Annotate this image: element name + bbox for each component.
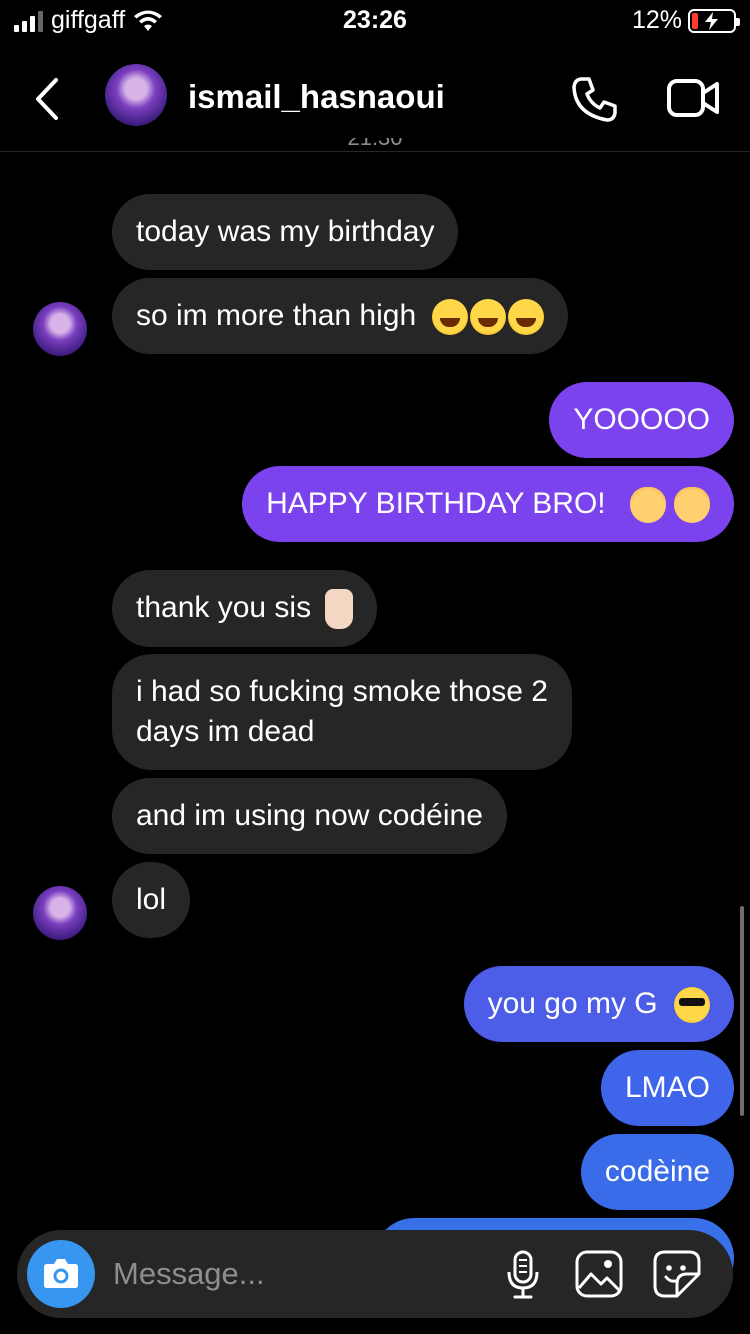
received-message[interactable]: lol <box>112 862 191 938</box>
received-message[interactable]: i had so fucking smoke those 2 days im d… <box>112 654 572 770</box>
video-camera-icon <box>667 79 719 117</box>
received-message[interactable]: today was my birthday <box>112 194 459 270</box>
thread-header: ismail_hasnaoui <box>0 50 750 152</box>
camera-icon <box>44 1259 78 1288</box>
laughing-crying-emoji-icon <box>470 299 507 336</box>
contact-username[interactable]: ismail_hasnaoui <box>188 78 445 116</box>
message-text: thank you sis <box>136 591 312 624</box>
timestamp-divider: 21:30 <box>0 138 750 152</box>
message-text: YOOOOO <box>573 403 710 436</box>
sent-message[interactable]: codèine <box>580 1134 734 1210</box>
message-text: i had so fucking smoke those 2 <box>136 675 548 708</box>
message-text: so im more than high <box>136 299 417 332</box>
status-right: 12% <box>631 6 740 35</box>
sent-message[interactable]: YOOOOO <box>549 382 734 458</box>
voice-call-button[interactable] <box>570 74 620 129</box>
message-text: codèine <box>604 1155 710 1188</box>
victory-hand-emoji-icon <box>325 589 354 630</box>
laughing-crying-emoji-icon <box>432 299 469 336</box>
back-button[interactable] <box>28 74 68 124</box>
message-text: HAPPY BIRTHDAY BRO! <box>266 487 606 520</box>
sent-message[interactable]: you go my G <box>463 966 734 1042</box>
status-bar: giffgaff 23:26 12% <box>0 0 750 44</box>
profile-avatar[interactable] <box>105 64 167 126</box>
battery-percent: 12% <box>631 6 682 34</box>
dm-thread-screen: giffgaff 23:26 12% ismail_hasnaoui today… <box>0 0 750 1334</box>
received-message[interactable]: thank you sis <box>112 570 378 648</box>
gallery-button[interactable] <box>575 1250 623 1303</box>
sender-avatar[interactable] <box>33 302 87 356</box>
sender-avatar[interactable] <box>33 886 87 940</box>
sunglasses-emoji-icon <box>674 987 710 1024</box>
message-text: and im using now codéine <box>136 799 483 832</box>
video-call-button[interactable] <box>666 78 720 123</box>
laughing-crying-emoji-icon <box>508 299 545 336</box>
chevron-left-icon <box>36 78 58 120</box>
message-text: lol <box>136 883 167 916</box>
image-icon <box>575 1250 623 1298</box>
sent-message[interactable]: HAPPY BIRTHDAY BRO! <box>242 466 734 542</box>
received-message[interactable]: and im using now codéine <box>112 778 507 854</box>
message-text: LMAO <box>624 1071 710 1104</box>
battery-charging-icon <box>688 8 740 33</box>
voice-message-button[interactable] <box>505 1250 541 1305</box>
received-message[interactable]: so im more than high <box>112 278 569 354</box>
message-text: you go my G <box>487 987 658 1020</box>
sticker-button[interactable] <box>653 1250 701 1303</box>
phone-icon <box>572 77 617 122</box>
sent-message[interactable]: LMAO <box>600 1050 734 1126</box>
kissing-cat-emoji-icon <box>674 487 710 524</box>
message-composer <box>17 1230 733 1318</box>
sticker-icon <box>653 1250 701 1298</box>
scrollbar[interactable] <box>740 906 744 1116</box>
kissing-cat-emoji-icon <box>630 487 666 524</box>
message-input[interactable] <box>113 1250 483 1298</box>
microphone-icon <box>507 1250 539 1299</box>
message-text: today was my birthday <box>136 215 435 248</box>
camera-button[interactable] <box>27 1240 95 1308</box>
message-text: days im dead <box>136 715 315 748</box>
